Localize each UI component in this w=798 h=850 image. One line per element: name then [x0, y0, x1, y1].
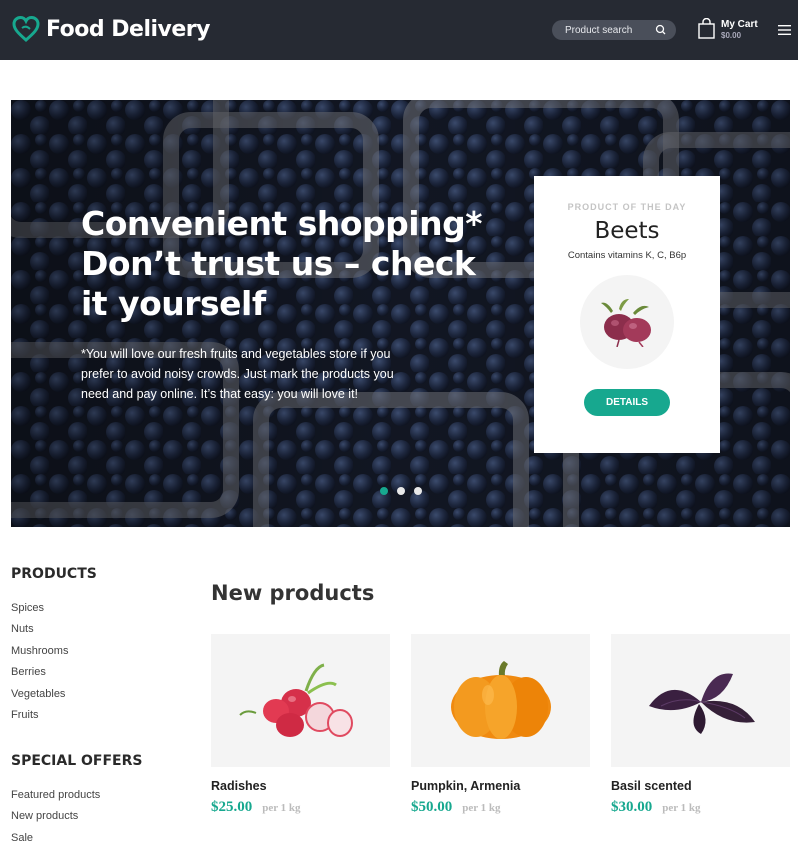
offer-link-new[interactable]: New products: [11, 806, 100, 827]
special-offers-list: Featured products New products Sale: [11, 785, 100, 849]
hamburger-menu-icon[interactable]: [778, 24, 791, 36]
slider-pagination: [380, 487, 422, 495]
hero-slider: Convenient shopping* Don’t trust us – ch…: [11, 100, 790, 527]
search-placeholder: Product search: [565, 24, 633, 36]
product-of-the-day-subtitle: Contains vitamins K, C, B6p: [567, 250, 687, 261]
beets-icon: [601, 299, 651, 347]
products-category-list: Spices Nuts Mushrooms Berries Vegetables…: [11, 598, 68, 726]
pumpkin-icon: [450, 660, 551, 739]
product-card[interactable]: Pumpkin, Armenia $50.00 per 1 kg: [411, 634, 590, 816]
slider-dot-2[interactable]: [397, 487, 405, 495]
product-name[interactable]: Pumpkin, Armenia: [411, 779, 590, 793]
top-header: Food Delivery Product search My Cart $0.…: [0, 0, 798, 60]
category-link-berries[interactable]: Berries: [11, 662, 68, 683]
product-unit: per 1 kg: [662, 802, 701, 814]
brand-name: Food Delivery: [46, 16, 211, 42]
new-products-heading: New products: [211, 581, 375, 605]
hero-title: Convenient shopping* Don’t trust us – ch…: [81, 204, 501, 324]
product-price: $50.00: [411, 799, 453, 815]
cart-label: My Cart: [721, 19, 758, 30]
offer-link-featured[interactable]: Featured products: [11, 785, 100, 806]
cart-button[interactable]: My Cart $0.00: [698, 18, 758, 41]
slider-dot-3[interactable]: [414, 487, 422, 495]
shopping-bag-icon: [698, 18, 715, 39]
brand-logo[interactable]: Food Delivery: [12, 12, 211, 46]
slider-dot-1[interactable]: [380, 487, 388, 495]
heart-logo-icon: [12, 15, 40, 42]
offer-link-sale[interactable]: Sale: [11, 828, 100, 849]
details-button[interactable]: DETAILS: [584, 389, 670, 416]
product-unit: per 1 kg: [462, 802, 501, 814]
product-price: $30.00: [611, 799, 653, 815]
category-link-spices[interactable]: Spices: [11, 598, 68, 619]
product-of-the-day-card: PRODUCT OF THE DAY Beets Contains vitami…: [534, 176, 720, 453]
hero-title-line-1: Convenient shopping*: [81, 204, 482, 243]
hero-title-line-2: Don’t trust us – check: [81, 244, 476, 283]
basil-image[interactable]: [611, 634, 790, 767]
pumpkin-image[interactable]: [411, 634, 590, 767]
hero-description: *You will love our fresh fruits and vege…: [81, 347, 394, 401]
product-search-input[interactable]: Product search: [552, 20, 676, 40]
category-link-fruits[interactable]: Fruits: [11, 705, 68, 726]
special-offers-heading: SPECIAL OFFERS: [11, 753, 143, 769]
category-link-vegetables[interactable]: Vegetables: [11, 684, 68, 705]
hero-title-line-3: it yourself: [81, 284, 266, 323]
products-heading: PRODUCTS: [11, 566, 97, 582]
product-name[interactable]: Radishes: [211, 779, 390, 793]
search-icon[interactable]: [654, 23, 668, 37]
cart-total: $0.00: [721, 31, 742, 40]
basil-icon: [648, 673, 755, 734]
category-link-nuts[interactable]: Nuts: [11, 619, 68, 640]
product-card[interactable]: Basil scented $30.00 per 1 kg: [611, 634, 790, 816]
product-name[interactable]: Basil scented: [611, 779, 790, 793]
beets-image: [580, 275, 674, 369]
product-of-the-day-label: PRODUCT OF THE DAY: [567, 202, 687, 212]
product-card[interactable]: Radishes $25.00 per 1 kg: [211, 634, 390, 816]
radish-image[interactable]: [211, 634, 390, 767]
product-price: $25.00: [211, 799, 253, 815]
category-link-mushrooms[interactable]: Mushrooms: [11, 641, 68, 662]
product-unit: per 1 kg: [262, 802, 301, 814]
product-of-the-day-name: Beets: [594, 218, 660, 244]
radish-icon: [238, 663, 353, 737]
